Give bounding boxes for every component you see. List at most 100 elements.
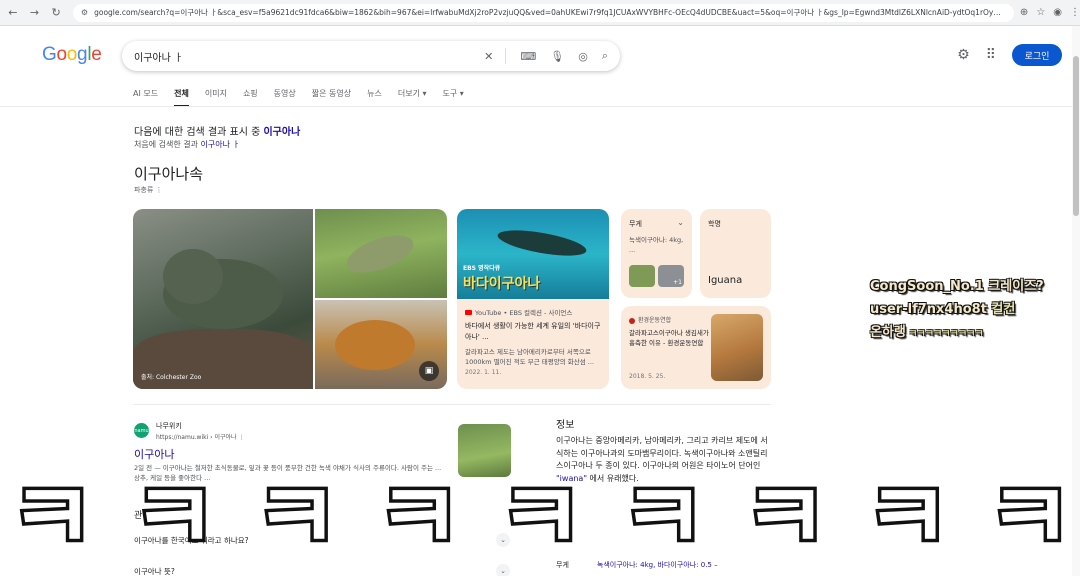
laugh-glyph: ㅋ [373, 464, 465, 571]
laugh-glyph: ㅋ [740, 464, 832, 571]
scientific-name-card[interactable]: 학명 Iguana [700, 209, 771, 298]
laugh-glyph: ㅋ [862, 464, 954, 571]
weight-thumb-1 [629, 265, 655, 287]
weight-label: 무게 [629, 220, 642, 228]
laugh-glyph: ㅋ [495, 464, 587, 571]
search-tabs: AI 모드 전체 이미지 쇼핑 동영상 짧은 동영상 뉴스 더보기 ▾ 도구 ▾ [133, 88, 480, 107]
weight-thumb-2: +1 [658, 265, 684, 287]
login-button[interactable]: 로그인 [1012, 44, 1062, 66]
video-title[interactable]: 바다에서 생활이 가능한 세계 유일의 '바다이구아나' ... [465, 321, 603, 343]
chevron-down-icon[interactable]: ⌄ [496, 533, 510, 547]
video-date: 2022. 1. 11. [465, 369, 502, 376]
video-source-text: YouTube • EBS 컬렉션 - 사이언스 [475, 309, 573, 317]
search-instead-for: 처음에 검색한 결과 이구아나 ㅏ [134, 139, 240, 150]
chat-msg-3: ㅋㅋㅋㅋㅋㅋㅋㅋㅋ [905, 329, 984, 339]
tab-images[interactable]: 이미지 [205, 88, 227, 107]
video-thumb-title: 바다이구아나 [463, 276, 541, 292]
tab-more[interactable]: 더보기 ▾ [398, 88, 427, 107]
article-title[interactable]: 갈라파고스이구아나 생김새가 흉측한 이유 - 환경운동연합 [629, 328, 711, 348]
image-collage[interactable]: 출처: Colchester Zoo ▣ [133, 209, 447, 389]
reload-icon[interactable]: ↻ [47, 4, 65, 22]
page-scrollbar[interactable] [1072, 26, 1080, 576]
menu-icon[interactable]: ⋮ [1070, 7, 1080, 18]
showing-results-for: 다음에 대한 검색 결과 표시 중 이구아나 [134, 123, 300, 138]
apps-grid-icon[interactable]: ⠿ [986, 47, 996, 63]
iguana-photo-grass[interactable] [315, 209, 447, 298]
paa-question-2[interactable]: 이구아나 뜻? ⌄ [134, 564, 510, 576]
profile-icon[interactable]: ◉ [1053, 7, 1062, 18]
bookmark-star-icon[interactable]: ☆ [1036, 7, 1045, 18]
tab-short-videos[interactable]: 짧은 동영상 [312, 88, 351, 107]
more-images-icon[interactable]: ▣ [419, 361, 439, 381]
video-thumbnail[interactable]: EBS 명작다큐 바다이구아나 [457, 209, 609, 299]
original-query-link[interactable]: 이구아나 ㅏ [201, 140, 240, 149]
info-heading: 정보 [556, 420, 575, 431]
tab-shopping[interactable]: 쇼핑 [243, 88, 258, 107]
instead-prefix: 처음에 검색한 결과 [134, 140, 201, 149]
laugh-glyph: ㅋ [251, 464, 343, 571]
article-card[interactable]: 환경운동연합 갈라파고스이구아나 생김새가 흉측한 이유 - 환경운동연합 20… [621, 306, 771, 389]
tab-tools[interactable]: 도구 ▾ [442, 88, 463, 107]
chat-msg-2: 컬컨 [986, 302, 1016, 317]
info-row-value[interactable]: 녹색이구아나: 4kg, 바다이구아나: 0.5 – [597, 560, 718, 570]
search-box[interactable]: 이구아나 ㅏ ✕ ⌨ 🎙 ◎ ⌕ [122, 41, 620, 71]
result-thumbnail[interactable] [458, 424, 511, 477]
clear-icon[interactable]: ✕ [484, 50, 493, 63]
chat-user-2: user-lf7nx4ho8t [870, 302, 987, 317]
knowledge-panel-subtitle[interactable]: 파충류 ⋮ [134, 185, 163, 195]
image-caption: 출처: Colchester Zoo [141, 374, 202, 381]
chevron-down-icon[interactable]: ⌄ [496, 564, 510, 576]
keyboard-icon[interactable]: ⌨ [520, 50, 536, 63]
tab-all[interactable]: 전체 [174, 88, 189, 107]
weight-card[interactable]: 무게 ⌄ 녹색이구아나: 4kg, ... +1 [621, 209, 692, 298]
chevron-down-icon[interactable]: ⌄ [677, 218, 684, 227]
scientific-name-label: 학명 [708, 220, 721, 228]
paa-question-1[interactable]: 이구아나를 한국어로 뭐라고 하나요? ⌄ [134, 533, 510, 547]
scrollbar-thumb[interactable] [1073, 56, 1079, 216]
camera-lens-icon[interactable]: ◎ [578, 50, 588, 63]
section-divider [133, 404, 771, 405]
article-source-text: 환경운동연합 [638, 317, 672, 324]
paa-question-1-text: 이구아나를 한국어로 뭐라고 하나요? [134, 536, 249, 545]
info-text-b: 에서 유래했다. [587, 473, 639, 483]
weight-text: 녹색이구아나: 4kg, ... [629, 236, 684, 254]
search-icon[interactable]: ⌕ [602, 49, 608, 63]
video-card[interactable]: EBS 명작다큐 바다이구아나 YouTube • EBS 컬렉션 - 사이언스… [457, 209, 609, 389]
settings-gear-icon[interactable]: ⚙ [957, 47, 970, 63]
iguana-photo-main[interactable]: 출처: Colchester Zoo [133, 209, 313, 389]
search-input[interactable]: 이구아나 ㅏ [134, 49, 470, 64]
article-image[interactable] [711, 314, 763, 381]
laugh-glyph: ㅋ [984, 464, 1076, 571]
google-logo[interactable]: Google [42, 44, 102, 66]
showing-prefix: 다음에 대한 검색 결과 표시 중 [134, 127, 264, 138]
iguana-photo-land[interactable]: ▣ [315, 300, 447, 389]
tab-news[interactable]: 뉴스 [367, 88, 382, 107]
microphone-icon[interactable]: 🎙 [550, 50, 564, 63]
address-bar[interactable]: ⚙ google.com/search?q=이구아나 ㅏ&sca_esv=f5a… [72, 3, 1014, 22]
chat-user-3: 온하랭 [870, 325, 906, 340]
tab-videos[interactable]: 동영상 [274, 88, 296, 107]
result-url[interactable]: https://namu.wiki › 이구아나 ⋮ [156, 432, 244, 441]
info-description: 이구아나는 중앙아메리카, 남아메리카, 그리고 카리브 제도에 서식하는 이구… [556, 435, 772, 485]
forward-icon[interactable]: → [26, 4, 44, 22]
info-text-link[interactable]: "iwana" [556, 474, 587, 483]
result-site-name[interactable]: 나무위키 [156, 421, 182, 431]
tab-ai-mode[interactable]: AI 모드 [133, 88, 158, 107]
chat-line-3: 온하랭 ㅋㅋㅋㅋㅋㅋㅋㅋㅋ [870, 321, 984, 340]
source-favicon-icon [629, 317, 635, 324]
site-info-icon[interactable]: ⚙ [81, 8, 88, 17]
tabs-divider [0, 106, 1080, 107]
laugh-glyph: ㅋ [617, 464, 709, 571]
corrected-query-link[interactable]: 이구아나 [263, 127, 300, 138]
browser-toolbar: ← → ↻ ⚙ google.com/search?q=이구아나 ㅏ&sca_e… [0, 0, 1080, 26]
url-text: google.com/search?q=이구아나 ㅏ&sca_esv=f5a96… [94, 8, 1006, 17]
scientific-name-value: Iguana [708, 275, 743, 286]
zoom-icon[interactable]: ⊕ [1020, 7, 1028, 18]
info-weight-row: 무게 녹색이구아나: 4kg, 바다이구아나: 0.5 – [556, 560, 772, 570]
back-icon[interactable]: ← [4, 4, 22, 22]
result-title[interactable]: 이구아나 [134, 446, 174, 462]
paa-question-2-text: 이구아나 뜻? [134, 567, 175, 576]
result-snippet: 2일 전 — 이구아나는 철저한 초식동물로, 잎과 꽃 등이 풍부한 건한 녹… [134, 464, 442, 482]
screen: ← → ↻ ⚙ google.com/search?q=이구아나 ㅏ&sca_e… [0, 0, 1080, 576]
info-text-a: 이구아나는 중앙아메리카, 남아메리카, 그리고 카리브 제도에 서식하는 이구… [556, 436, 768, 470]
